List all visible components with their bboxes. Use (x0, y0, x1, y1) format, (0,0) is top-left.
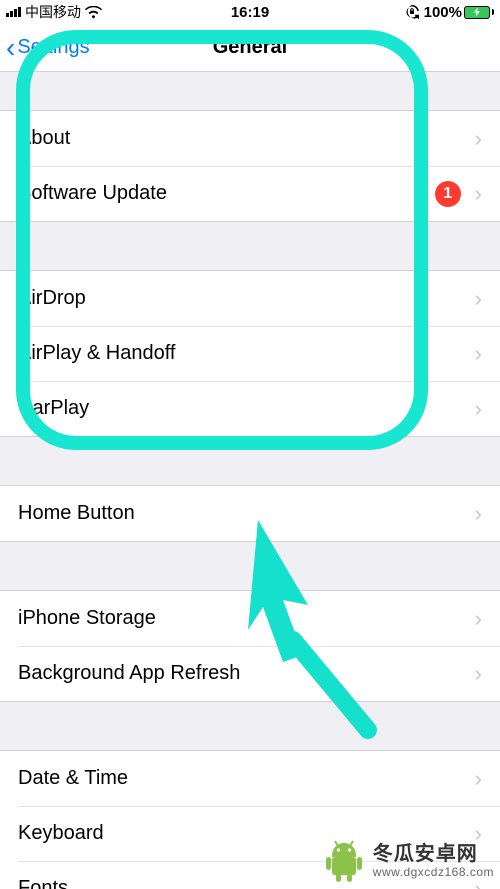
watermark-text: 冬瓜安卓网 www.dgxcdz168.com (373, 843, 494, 880)
cell-date-time[interactable]: Date & Time › (0, 751, 500, 806)
settings-group: Home Button › (0, 485, 500, 542)
status-left: 中国移动 (6, 2, 102, 22)
group-spacer (0, 222, 500, 270)
watermark: 冬瓜安卓网 www.dgxcdz168.com (325, 839, 500, 883)
carrier-label: 中国移动 (25, 2, 81, 22)
settings-group: About › Software Update 1 › (0, 110, 500, 222)
chevron-left-icon: ‹ (6, 34, 15, 62)
chevron-right-icon: › (475, 768, 482, 790)
watermark-url: www.dgxcdz168.com (373, 866, 494, 880)
battery-percent: 100% (424, 4, 462, 21)
chevron-right-icon: › (475, 128, 482, 150)
cell-airplay-handoff[interactable]: AirPlay & Handoff › (0, 326, 500, 381)
settings-general-screen: 中国移动 16:19 100% ‹ Settings General (0, 0, 500, 889)
back-label: Settings (17, 36, 89, 59)
cell-carplay[interactable]: CarPlay › (0, 381, 500, 436)
group-spacer (0, 437, 500, 485)
chevron-right-icon: › (475, 343, 482, 365)
cell-about[interactable]: About › (0, 111, 500, 166)
cell-label: iPhone Storage (18, 607, 475, 630)
chevron-right-icon: › (475, 398, 482, 420)
cell-label: Background App Refresh (18, 662, 475, 685)
cell-label: Home Button (18, 502, 475, 525)
status-bar: 中国移动 16:19 100% (0, 0, 500, 24)
watermark-title: 冬瓜安卓网 (373, 843, 494, 866)
android-robot-icon (325, 839, 363, 883)
chevron-right-icon: › (475, 288, 482, 310)
cell-software-update[interactable]: Software Update 1 › (0, 166, 500, 221)
cell-airdrop[interactable]: AirDrop › (0, 271, 500, 326)
rotation-lock-icon (404, 4, 420, 20)
nav-bar: ‹ Settings General (0, 24, 500, 72)
notification-badge: 1 (435, 181, 461, 207)
wifi-icon (85, 6, 102, 19)
cell-iphone-storage[interactable]: iPhone Storage › (0, 591, 500, 646)
settings-group: iPhone Storage › Background App Refresh … (0, 590, 500, 702)
settings-group: AirDrop › AirPlay & Handoff › CarPlay › (0, 270, 500, 437)
cell-label: AirDrop (18, 287, 475, 310)
back-button[interactable]: ‹ Settings (0, 34, 90, 62)
battery-indicator: 100% (424, 4, 494, 21)
chevron-right-icon: › (475, 503, 482, 525)
chevron-right-icon: › (475, 183, 482, 205)
status-right: 100% (404, 4, 494, 21)
cell-label: AirPlay & Handoff (18, 342, 475, 365)
cell-home-button[interactable]: Home Button › (0, 486, 500, 541)
cell-label: About (18, 127, 475, 150)
cell-label: Software Update (18, 182, 435, 205)
group-spacer (0, 542, 500, 590)
chevron-right-icon: › (475, 663, 482, 685)
cell-label: CarPlay (18, 397, 475, 420)
cellular-signal-icon (6, 7, 21, 17)
cell-background-app-refresh[interactable]: Background App Refresh › (0, 646, 500, 701)
group-spacer (0, 702, 500, 750)
chevron-right-icon: › (475, 608, 482, 630)
cell-label: Date & Time (18, 767, 475, 790)
group-spacer (0, 72, 500, 110)
battery-icon (464, 6, 490, 19)
